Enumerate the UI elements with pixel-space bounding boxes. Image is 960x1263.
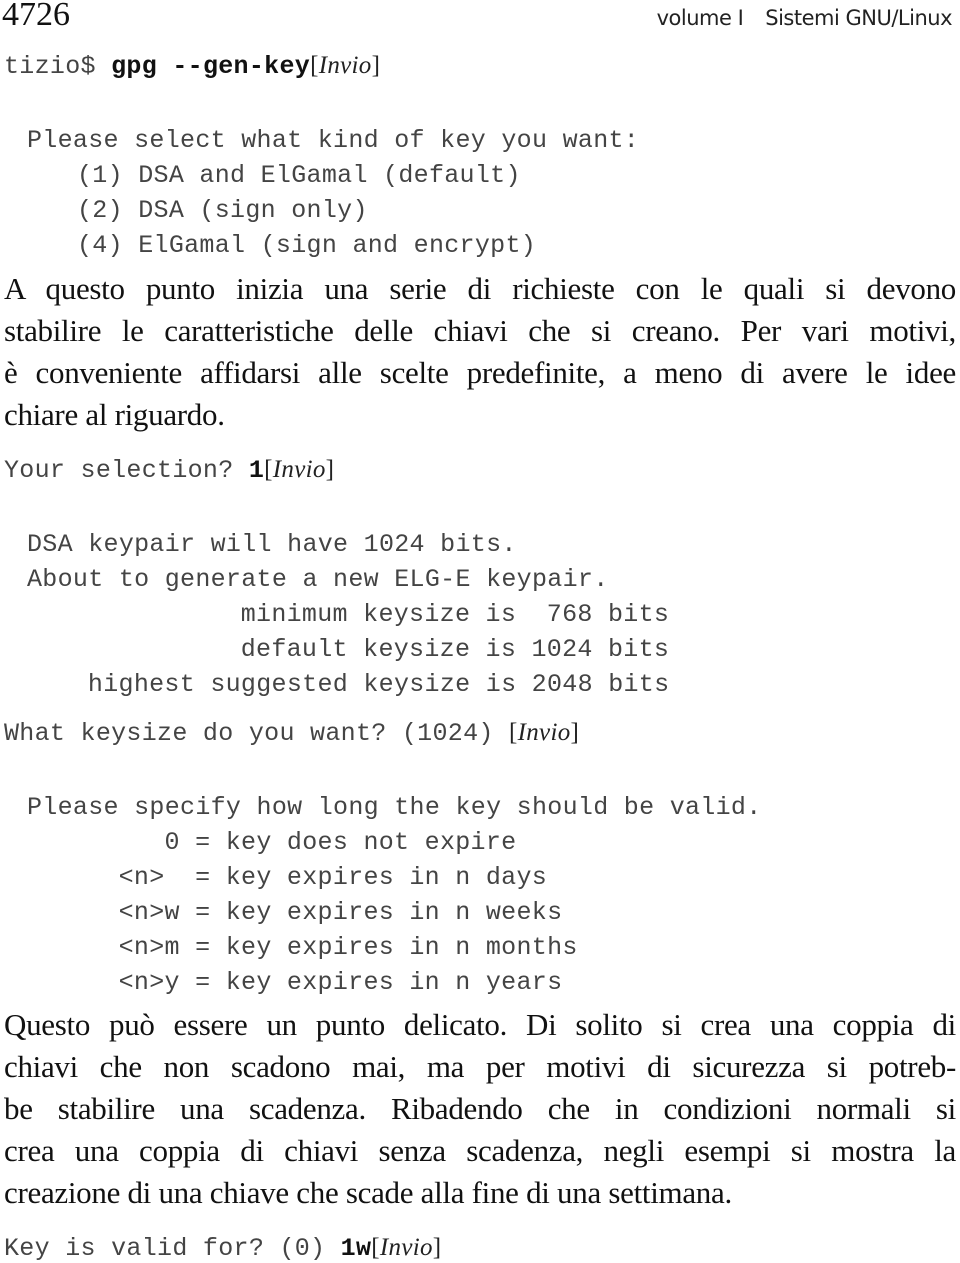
keysize-prompt: What keysize do you want? (1024) xyxy=(4,719,509,748)
validity-question: Please specify how long the key should b… xyxy=(27,793,762,822)
keypair-info-line: DSA keypair will have 1024 bits. xyxy=(27,530,517,559)
paragraph-line: è conveniente affidarsi alle scelte pred… xyxy=(4,355,956,390)
shell-prompt: tizio$ xyxy=(4,52,112,81)
running-header: volume I Sistemi GNU/Linux xyxy=(656,6,953,30)
key-kind-option: (4) ElGamal (sign and encrypt) xyxy=(77,231,537,260)
paragraph-line: chiare al riguardo. xyxy=(4,397,225,432)
book-title: Sistemi GNU/Linux xyxy=(765,6,952,30)
paragraph-line: chiavi che non scadono mai, ma per motiv… xyxy=(4,1049,956,1084)
valid-for-prompt: Key is valid for? (0) xyxy=(4,1234,341,1263)
paragraph-line: Questo può essere un punto delicato. Di … xyxy=(4,1007,956,1042)
validity-option: <n>m = key expires in n months xyxy=(88,933,578,962)
volume-label: volume I xyxy=(656,6,744,30)
page-number: 4726 xyxy=(2,0,70,33)
key-kind-option: (1) DSA and ElGamal (default) xyxy=(77,161,521,190)
valid-for-line: Key is valid for? (0) 1w[Invio] xyxy=(4,1234,441,1263)
validity-option: <n> = key expires in n days xyxy=(88,863,548,892)
validity-option: <n>y = key expires in n years xyxy=(88,968,563,997)
enter-key: [Invio] xyxy=(508,719,580,746)
enter-key: [Invio] xyxy=(310,52,381,79)
paragraph-line: be stabilire una scadenza. Ribadendo che… xyxy=(4,1091,956,1126)
keypair-info-line: minimum keysize is 768 bits xyxy=(103,600,670,629)
keypair-info-line: highest suggested keysize is 2048 bits xyxy=(42,670,670,699)
validity-option: 0 = key does not expire xyxy=(88,828,517,857)
key-kind-option: (2) DSA (sign only) xyxy=(77,196,368,225)
paragraph-line: A questo punto inizia una serie di richi… xyxy=(4,271,956,306)
validity-option: <n>w = key expires in n weeks xyxy=(88,898,563,927)
paragraph-expiry: Questo può essere un punto delicato. Di … xyxy=(4,1004,956,1214)
paragraph-intro: A questo punto inizia una serie di richi… xyxy=(4,268,956,436)
selection-input: 1 xyxy=(248,456,265,485)
selection-prompt: Your selection? xyxy=(4,456,249,485)
enter-key: [Invio] xyxy=(264,456,335,483)
selection-line: Your selection? 1[Invio] xyxy=(4,456,334,485)
keysize-line: What keysize do you want? (1024) [Invio] xyxy=(4,719,579,748)
valid-for-input: 1w xyxy=(340,1234,372,1263)
keypair-info-line: default keysize is 1024 bits xyxy=(103,635,670,664)
paragraph-line: crea una coppia di chiavi senza scadenza… xyxy=(4,1133,956,1168)
command-input: gpg --gen-key xyxy=(111,52,311,81)
key-kind-question: Please select what kind of key you want: xyxy=(27,126,640,155)
paragraph-line: creazione di una chiave che scade alla f… xyxy=(4,1175,732,1210)
paragraph-line: stabilire le caratteristiche delle chiav… xyxy=(4,313,956,348)
enter-key: [Invio] xyxy=(371,1234,442,1261)
command-line: tizio$ gpg --gen-key[Invio] xyxy=(4,52,380,81)
keypair-info-line: About to generate a new ELG-E keypair. xyxy=(27,565,609,594)
